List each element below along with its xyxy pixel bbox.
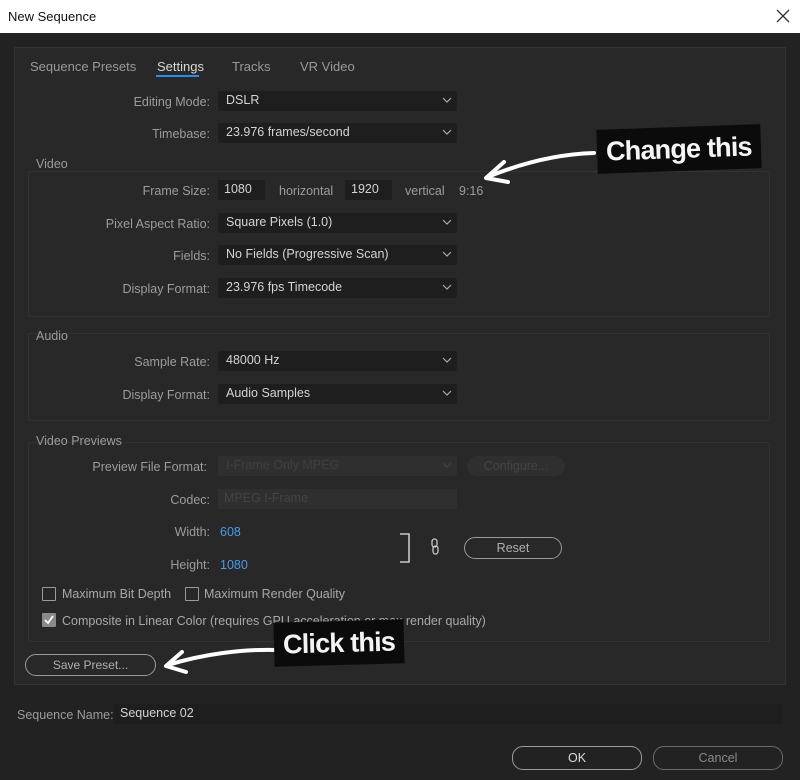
frame-height-input[interactable]: 1920 — [345, 180, 392, 200]
sequence-name-input[interactable]: Sequence 02 — [114, 704, 782, 724]
chevron-down-icon — [442, 219, 452, 225]
chevron-down-icon — [442, 129, 452, 135]
max-render-quality-checkbox[interactable] — [185, 587, 199, 601]
tab-sequence-presets[interactable]: Sequence Presets — [30, 59, 136, 74]
preview-width-value[interactable]: 608 — [220, 525, 241, 539]
fields-value: No Fields (Progressive Scan) — [226, 247, 389, 261]
arrow-annotation-icon — [484, 151, 596, 184]
audio-display-format-dropdown[interactable]: Audio Samples — [218, 384, 457, 404]
max-bit-depth-checkbox[interactable] — [42, 587, 56, 601]
width-label: Width: — [174, 525, 210, 539]
pixel-aspect-ratio-value: Square Pixels (1.0) — [226, 215, 333, 229]
close-icon — [776, 9, 790, 23]
cancel-button[interactable]: Cancel — [653, 746, 783, 770]
horizontal-label: horizontal — [279, 184, 334, 198]
preview-file-format-dropdown: I-Frame Only MPEG — [218, 456, 457, 476]
chevron-down-icon — [442, 284, 452, 290]
sample-rate-dropdown[interactable]: 48000 Hz — [218, 351, 457, 371]
tab-tracks[interactable]: Tracks — [232, 59, 271, 74]
timebase-value: 23.976 frames/second — [226, 125, 350, 139]
window-title: New Sequence — [8, 9, 97, 24]
video-display-format-label: Display Format: — [122, 282, 210, 296]
video-display-format-dropdown[interactable]: 23.976 fps Timecode — [218, 278, 457, 298]
audio-section-title: Audio — [36, 329, 68, 343]
link-bracket-icon — [400, 533, 410, 563]
vertical-label: vertical — [405, 184, 445, 198]
video-section-title: Video — [36, 157, 68, 171]
fields-label: Fields: — [173, 249, 210, 263]
sample-rate-label: Sample Rate: — [134, 355, 210, 369]
audio-display-format-value: Audio Samples — [226, 386, 311, 400]
chevron-down-icon — [442, 357, 452, 363]
save-preset-button[interactable]: Save Preset... — [25, 654, 156, 676]
arrow-annotation-icon — [164, 647, 278, 674]
ok-button[interactable]: OK — [512, 746, 642, 770]
height-label: Height: — [170, 558, 210, 572]
composite-linear-checkbox[interactable] — [42, 613, 56, 627]
chevron-down-icon — [442, 251, 452, 257]
close-button[interactable] — [770, 3, 796, 29]
change-this-callout: Change this — [596, 124, 762, 174]
sequence-name-label: Sequence Name: — [17, 708, 114, 722]
chevron-down-icon — [442, 97, 452, 103]
preview-file-format-label: Preview File Format: — [92, 460, 207, 474]
click-this-callout: Click this — [273, 619, 405, 667]
editing-mode-label: Editing Mode: — [133, 95, 210, 109]
frame-width-input[interactable]: 1080 — [218, 180, 265, 200]
codec-label: Codec: — [170, 493, 210, 507]
audio-display-format-label: Display Format: — [122, 388, 210, 402]
sample-rate-value: 48000 Hz — [226, 353, 280, 367]
editing-mode-dropdown[interactable]: DSLR — [218, 91, 457, 111]
pixel-aspect-ratio-label: Pixel Aspect Ratio: — [105, 217, 210, 231]
audio-group — [28, 333, 770, 421]
codec-field: MPEG I-Frame — [218, 489, 457, 509]
title-bar — [0, 0, 800, 33]
preview-file-format-value: I-Frame Only MPEG — [226, 458, 340, 472]
checkmark-icon — [44, 615, 54, 625]
max-bit-depth-label: Maximum Bit Depth — [62, 587, 172, 601]
timebase-dropdown[interactable]: 23.976 frames/second — [218, 123, 457, 143]
preview-height-value[interactable]: 1080 — [220, 558, 248, 572]
editing-mode-value: DSLR — [226, 93, 260, 107]
video-previews-section-title: Video Previews — [36, 434, 122, 448]
frame-size-label: Frame Size: — [142, 184, 210, 198]
active-tab-indicator — [156, 75, 199, 77]
reset-button[interactable]: Reset — [464, 537, 562, 559]
chevron-down-icon — [442, 390, 452, 396]
tab-vr-video[interactable]: VR Video — [300, 59, 355, 74]
video-display-format-value: 23.976 fps Timecode — [226, 280, 343, 294]
chevron-down-icon — [442, 462, 452, 468]
timebase-label: Timebase: — [152, 127, 210, 141]
fields-dropdown[interactable]: No Fields (Progressive Scan) — [218, 245, 457, 265]
configure-button: Configure... — [467, 456, 565, 476]
max-render-quality-label: Maximum Render Quality — [204, 587, 346, 601]
tab-settings[interactable]: Settings — [157, 59, 204, 74]
chain-link-icon[interactable] — [430, 538, 440, 556]
pixel-aspect-ratio-dropdown[interactable]: Square Pixels (1.0) — [218, 213, 457, 233]
